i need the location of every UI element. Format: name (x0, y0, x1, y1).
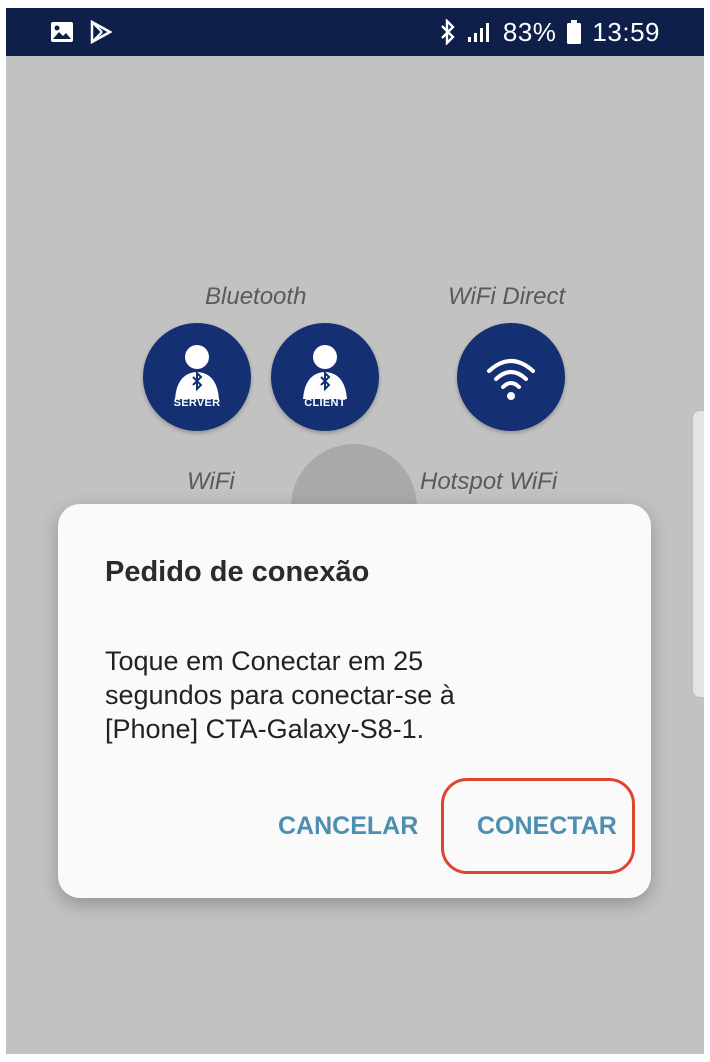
battery-percent: 83% (502, 16, 557, 47)
hotspot-wifi-label: Hotspot WiFi (420, 468, 558, 495)
message-line: [Phone] CTA-Galaxy-S8-1. (105, 714, 425, 744)
bluetooth-client-button[interactable]: CLIENT (271, 323, 379, 431)
battery-icon (566, 19, 582, 45)
gallery-icon (50, 21, 74, 48)
clock: 13:59 (592, 16, 660, 47)
wifi-direct-label: WiFi Direct (448, 283, 566, 310)
edge-panel-handle[interactable] (692, 410, 704, 698)
message-line: segundos para conectar-se à (105, 680, 455, 710)
dialog-title: Pedido de conexão (105, 556, 370, 588)
cancel-button[interactable]: CANCELAR (278, 812, 418, 841)
bluetooth-user-icon (175, 345, 219, 399)
bluetooth-label: Bluetooth (205, 283, 307, 310)
dialog-message: Toque em Conectar em 25 segundos para co… (105, 644, 605, 746)
signal-icon (467, 21, 493, 43)
status-bar: 83% 13:59 (6, 8, 704, 56)
connect-highlight (441, 778, 635, 874)
bluetooth-icon (439, 19, 457, 45)
wifi-icon (487, 359, 535, 400)
play-store-icon (90, 19, 113, 49)
bluetooth-server-button[interactable]: SERVER (143, 323, 251, 431)
bluetooth-user-icon (303, 345, 347, 399)
message-line: Toque em Conectar em 25 (105, 646, 424, 676)
wifi-label: WiFi (187, 468, 235, 495)
phone-screen: 83% 13:59 Bluetooth WiFi Direct SERVER C… (6, 8, 704, 1054)
connection-request-dialog: Pedido de conexão Toque em Conectar em 2… (58, 504, 651, 898)
wifi-direct-button[interactable] (457, 323, 565, 431)
client-caption: CLIENT (304, 397, 346, 409)
server-caption: SERVER (173, 397, 221, 409)
status-bar-right: 83% 13:59 (439, 16, 660, 48)
status-bar-left (50, 19, 113, 49)
